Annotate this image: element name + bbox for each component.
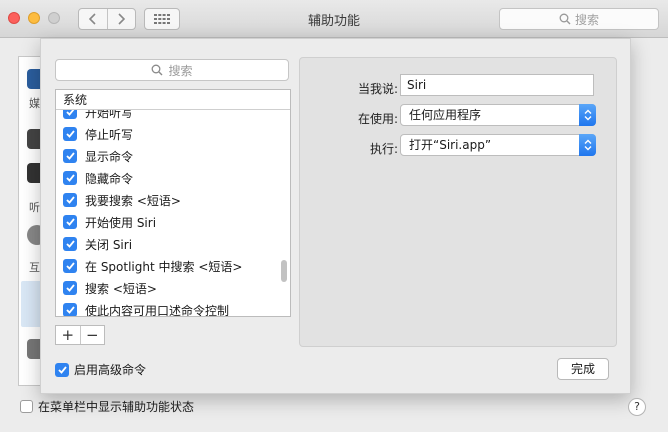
checkmark-icon [65,110,74,116]
sidebar-fragment-interaction: 互 [29,261,40,274]
menu-bar-status-label: 在菜单栏中显示辅助功能状态 [38,400,195,414]
enabled-checkbox[interactable] [63,110,77,119]
checkmark-icon [65,152,75,160]
enabled-checkbox[interactable] [63,281,77,295]
checkmark-icon [65,240,75,248]
add-remove-control: + − [55,325,105,345]
commands-search-field[interactable]: 搜索 [55,59,289,81]
toolbar-search-field[interactable]: 搜索 [499,8,659,30]
command-label: 停止听写 [85,127,134,142]
advanced-commands-checkbox[interactable] [55,362,69,377]
list-section-header: 系统 [56,90,290,110]
while-using-value: 任何应用程序 [409,108,482,122]
command-label: 隐藏命令 [85,171,134,186]
command-label: 在 Spotlight 中搜索 <短语> [85,259,243,274]
command-detail-panel: 当我说: Siri 在使用: 任何应用程序 执行: 打开“Siri.app” [299,57,617,347]
command-label: 显示命令 [85,149,134,164]
add-command-button[interactable]: + [56,326,80,344]
toolbar-search-placeholder: 搜索 [574,12,599,27]
popup-arrows-icon [579,134,596,156]
search-icon [152,64,163,76]
enabled-checkbox[interactable] [63,193,77,207]
help-button[interactable]: ? [628,398,646,416]
checkmark-icon [57,365,67,374]
checkmark-icon [65,306,75,314]
enabled-checkbox[interactable] [63,259,77,273]
list-item[interactable]: 我要搜索 <短语> [56,189,290,211]
enabled-checkbox[interactable] [63,149,77,163]
enabled-checkbox[interactable] [63,303,77,316]
command-label: 开始使用 Siri [85,215,157,230]
when-i-say-label: 当我说: [357,82,398,96]
menu-bar-status-checkbox[interactable] [20,400,33,413]
checkmark-icon [65,262,75,270]
list-item[interactable]: 开始使用 Siri [56,211,290,233]
enabled-checkbox[interactable] [63,215,77,229]
menu-bar-status-option[interactable]: 在菜单栏中显示辅助功能状态 [20,398,194,415]
checkmark-icon [65,218,75,226]
done-button[interactable]: 完成 [557,358,609,380]
while-using-label: 在使用: [357,112,398,126]
sidebar-fragment-media: 媒 [29,97,40,110]
search-icon [559,13,571,25]
checkmark-icon [65,174,75,182]
enabled-checkbox[interactable] [63,127,77,141]
checkmark-icon [65,284,75,292]
enabled-checkbox[interactable] [63,237,77,251]
list-item[interactable]: 在 Spotlight 中搜索 <短语> [56,255,290,277]
while-using-popup[interactable]: 任何应用程序 [400,104,596,126]
checkmark-icon [65,196,75,204]
command-label: 搜索 <短语> [85,281,157,296]
title-bar: 辅助功能 搜索 [0,0,668,38]
enabled-checkbox[interactable] [63,171,77,185]
commands-list: 系统 开始听写 停止听写 显示命令 隐藏命令 我要搜索 <短语> 开始使用 Si… [55,89,291,317]
list-item[interactable]: 搜索 <短语> [56,277,290,299]
checkmark-icon [65,130,75,138]
commands-search-placeholder: 搜索 [168,63,193,78]
perform-value: 打开“Siri.app” [409,138,492,152]
when-i-say-field[interactable]: Siri [400,74,594,96]
command-label: 我要搜索 <短语> [85,193,181,208]
command-label: 开始听写 [85,110,134,120]
advanced-commands-label: 启用高级命令 [74,363,147,377]
list-item[interactable]: 开始听写 [56,110,290,123]
perform-popup[interactable]: 打开“Siri.app” [400,134,596,156]
perform-label: 执行: [369,142,398,156]
list-item[interactable]: 显示命令 [56,145,290,167]
list-item[interactable]: 使此内容可用口述命令控制 [56,299,290,316]
list-item[interactable]: 隐藏命令 [56,167,290,189]
list-item[interactable]: 关闭 Siri [56,233,290,255]
command-label: 使此内容可用口述命令控制 [85,303,230,317]
dictation-commands-sheet: 搜索 系统 开始听写 停止听写 显示命令 隐藏命令 我要搜索 <短语> 开始使用… [40,38,631,394]
advanced-commands-option[interactable]: 启用高级命令 [55,361,146,378]
commands-rows: 开始听写 停止听写 显示命令 隐藏命令 我要搜索 <短语> 开始使用 Siri [56,110,290,316]
list-item[interactable]: 停止听写 [56,123,290,145]
command-label: 关闭 Siri [85,237,133,252]
list-scrollbar[interactable] [281,260,287,282]
remove-command-button[interactable]: − [79,326,105,344]
popup-arrows-icon [579,104,596,126]
sidebar-fragment-hearing: 听 [29,201,40,214]
